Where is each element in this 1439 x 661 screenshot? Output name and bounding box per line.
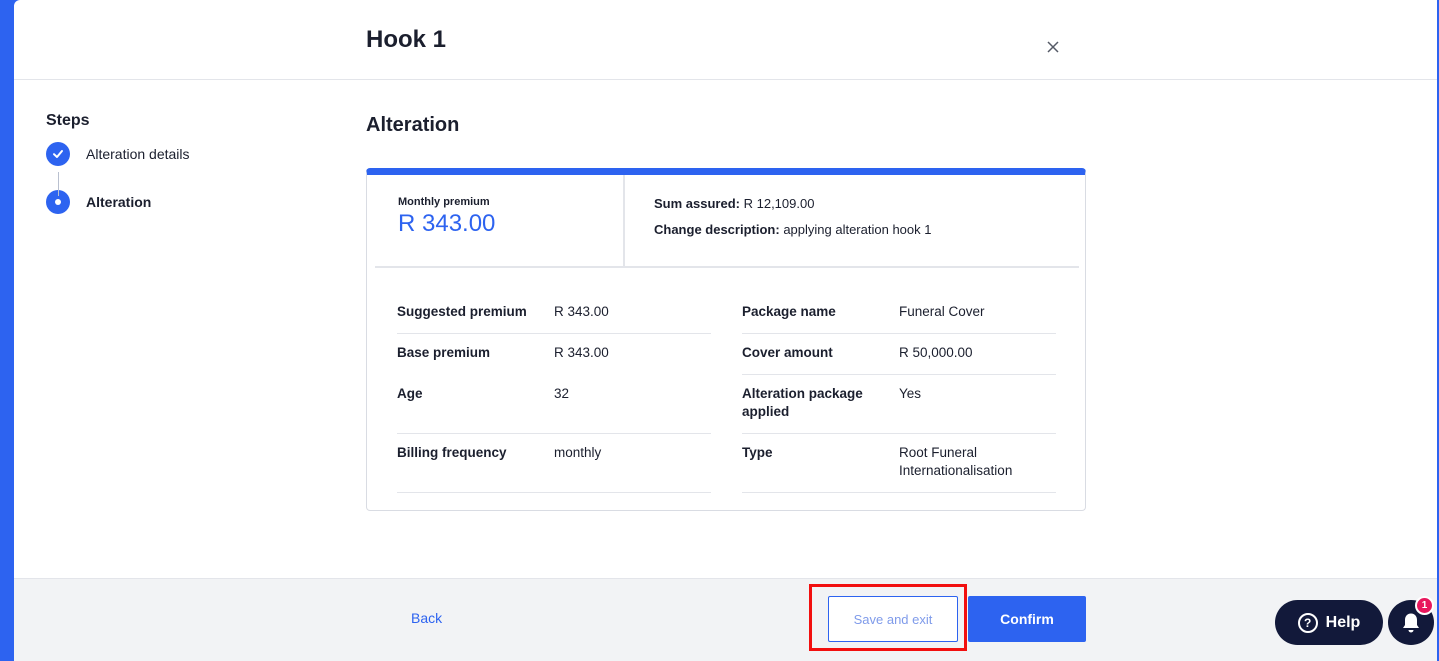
- detail-key: Cover amount: [742, 345, 833, 360]
- notification-count-badge: 1: [1415, 596, 1434, 615]
- detail-key: Base premium: [397, 345, 491, 360]
- sum-assured-label: Sum assured:: [654, 196, 740, 211]
- sum-assured-value: R 12,109.00: [743, 196, 815, 211]
- detail-row: Type Root Funeral Internationalisation: [742, 434, 1056, 493]
- alteration-summary-card: Monthly premium R 343.00 Sum assured: R …: [366, 168, 1086, 511]
- details-column-right: Package name Funeral Cover Cover amount …: [742, 293, 1056, 493]
- detail-row: Alteration package applied Yes: [742, 375, 1056, 434]
- detail-value: monthly: [554, 445, 602, 460]
- detail-row: Age 32: [397, 375, 711, 434]
- question-icon: ?: [1297, 612, 1318, 633]
- detail-value: R 50,000.00: [899, 345, 973, 360]
- save-and-exit-button[interactable]: Save and exit: [828, 596, 958, 642]
- change-description-label: Change description:: [654, 222, 780, 237]
- detail-key: Alteration package applied: [742, 386, 863, 419]
- monthly-premium-block: Monthly premium R 343.00: [375, 175, 625, 267]
- detail-row: Billing frequency monthly: [397, 434, 711, 493]
- section-title: Alteration: [366, 114, 460, 136]
- detail-value: Yes: [899, 386, 922, 401]
- detail-row: Suggested premium R 343.00: [397, 293, 711, 334]
- detail-key: Package name: [742, 304, 836, 319]
- close-icon: [1047, 41, 1059, 53]
- details-column-left: Suggested premium R 343.00 Base premium …: [397, 293, 711, 493]
- detail-key: Type: [742, 445, 773, 460]
- sum-assured: Sum assured: R 12,109.00: [654, 196, 814, 211]
- modal-header: Hook 1: [14, 0, 1439, 80]
- bell-icon: [1403, 613, 1419, 632]
- detail-value: Root Funeral Internationalisation: [899, 445, 1013, 478]
- monthly-premium-value: R 343.00: [398, 210, 496, 237]
- detail-row: Cover amount R 50,000.00: [742, 334, 1056, 375]
- steps-heading: Steps: [46, 112, 90, 129]
- help-button[interactable]: ? Help: [1275, 600, 1383, 645]
- monthly-premium-label: Monthly premium: [398, 196, 490, 208]
- change-description-value: applying alteration hook 1: [783, 222, 932, 237]
- steps-panel: Steps Alteration details Alteration: [46, 112, 306, 214]
- summary-header: Monthly premium R 343.00 Sum assured: R …: [375, 175, 1079, 268]
- step-label: Alteration: [86, 194, 152, 210]
- page-title: Hook 1: [366, 26, 447, 53]
- step-label: Alteration details: [86, 146, 190, 162]
- change-description: Change description: applying alteration …: [654, 222, 931, 237]
- alteration-modal: Hook 1 Steps Alteration details Alterati…: [14, 0, 1439, 661]
- detail-value: R 343.00: [554, 304, 609, 319]
- check-icon: [46, 142, 70, 166]
- modal-footer: Back Save and exit Confirm ? Help 1: [14, 578, 1439, 661]
- detail-row: Package name Funeral Cover: [742, 293, 1056, 334]
- detail-value: 32: [554, 386, 570, 401]
- detail-key: Billing frequency: [397, 445, 507, 460]
- detail-key: Age: [397, 386, 423, 401]
- detail-value: R 343.00: [554, 345, 609, 360]
- step-alteration-details[interactable]: Alteration details: [46, 142, 306, 166]
- back-button[interactable]: Back: [411, 610, 442, 626]
- step-alteration[interactable]: Alteration: [46, 190, 306, 214]
- step-connector: [58, 172, 59, 196]
- close-button[interactable]: [1044, 38, 1062, 56]
- detail-key: Suggested premium: [397, 304, 527, 319]
- help-label: Help: [1325, 613, 1361, 631]
- detail-row: Base premium R 343.00: [397, 334, 711, 375]
- detail-value: Funeral Cover: [899, 304, 985, 319]
- confirm-button[interactable]: Confirm: [968, 596, 1086, 642]
